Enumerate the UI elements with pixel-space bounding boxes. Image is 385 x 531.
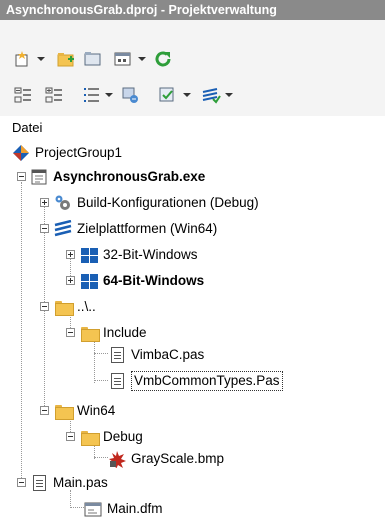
expander-platforms[interactable] (40, 224, 49, 233)
toolbar-row-2 (0, 80, 385, 110)
tree-node-debug[interactable]: Debug (80, 426, 143, 448)
new-item-dropdown-arrow[interactable] (36, 50, 46, 68)
tree-node-win32[interactable]: 32-Bit-Windows (80, 244, 198, 266)
platforms-label: Zielplattformen (Win64) (77, 221, 218, 236)
expander-parent-dir[interactable] (40, 302, 49, 311)
vimbac-label: VimbaC.pas (131, 347, 205, 362)
target-platforms-icon (54, 220, 72, 238)
collapse-icon[interactable] (12, 85, 34, 105)
expander-win64-dir[interactable] (40, 406, 49, 415)
main-pas-label: Main.pas (53, 475, 108, 490)
tree-node-vmbcommontypes[interactable]: VmbCommonTypes.Pas (108, 370, 283, 392)
refresh-icon[interactable] (152, 49, 174, 69)
tree-node-win64-platform[interactable]: 64-Bit-Windows (80, 270, 204, 292)
gears-icon (54, 194, 72, 212)
debug-label: Debug (103, 429, 143, 444)
tree-line-root (21, 182, 22, 486)
tree-node-projectgroup[interactable]: ProjectGroup1 (12, 142, 122, 164)
pascal-file-icon (108, 346, 126, 364)
tree-node-win64-dir[interactable]: Win64 (54, 400, 115, 422)
tree-node-include[interactable]: Include (80, 322, 147, 344)
tree-node-build-config[interactable]: Build-Konfigurationen (Debug) (54, 192, 259, 214)
tree-node-vimbac[interactable]: VimbaC.pas (108, 344, 204, 366)
tree-node-main-pas[interactable]: Main.pas (30, 472, 108, 494)
build-config-label: Build-Konfigurationen (Debug) (77, 195, 259, 210)
tree-node-grayscale[interactable]: GrayScale.bmp (108, 448, 224, 470)
win64-platform-label: 64-Bit-Windows (103, 273, 205, 288)
vmbcommontypes-label: VmbCommonTypes.Pas (131, 371, 283, 391)
tree-hline-maindfm (70, 507, 84, 508)
windows-icon (80, 272, 98, 290)
tree-node-main-dfm[interactable]: Main.dfm (84, 498, 163, 520)
tree-header-file: Datei (12, 120, 43, 135)
expand-icon[interactable] (43, 85, 65, 105)
folder-icon (54, 298, 74, 316)
build-icon[interactable] (120, 85, 142, 105)
win32-label: 32-Bit-Windows (103, 247, 198, 262)
expander-win32[interactable] (66, 250, 75, 259)
tree-node-parent-dir[interactable]: ..\.. (54, 296, 96, 318)
check-dropdown-arrow[interactable] (182, 86, 192, 104)
build-config-icon[interactable] (200, 85, 222, 105)
list-icon[interactable] (80, 85, 102, 105)
new-item-icon[interactable] (12, 49, 34, 69)
folder-icon (80, 324, 100, 342)
open-folder-icon[interactable] (82, 49, 104, 69)
view-options-dropdown-arrow[interactable] (137, 50, 147, 68)
folder-icon (54, 402, 74, 420)
view-options-icon[interactable] (112, 49, 134, 69)
expander-include[interactable] (66, 328, 75, 337)
projectgroup-label: ProjectGroup1 (35, 145, 123, 160)
expander-build-config[interactable] (40, 198, 49, 207)
parent-dir-label: ..\.. (77, 299, 96, 314)
tree-node-project[interactable]: AsynchronousGrab.exe (30, 166, 205, 188)
expander-main-pas[interactable] (17, 478, 26, 487)
expander-project[interactable] (17, 172, 26, 181)
project-label: AsynchronousGrab.exe (53, 169, 206, 184)
tree-hline-vmbcommon (94, 380, 108, 381)
toolbar-row-1 (0, 44, 385, 74)
pascal-file-icon (30, 474, 48, 492)
expander-win64-platform[interactable] (66, 276, 75, 285)
include-label: Include (103, 325, 147, 340)
tree-node-platforms[interactable]: Zielplattformen (Win64) (54, 218, 217, 240)
tree-hline-vimbac (94, 353, 108, 354)
project-tree: Datei ProjectGroup1 AsynchronousGrab.exe… (0, 116, 385, 531)
list-dropdown-arrow[interactable] (104, 86, 114, 104)
pascal-file-icon (108, 372, 126, 390)
project-group-icon (12, 144, 30, 162)
win64-dir-label: Win64 (77, 403, 116, 418)
windows-icon (80, 246, 98, 264)
folder-icon (80, 428, 100, 446)
main-dfm-label: Main.dfm (107, 501, 163, 516)
bitmap-file-icon (108, 450, 126, 468)
window-title: AsynchronousGrab.dproj - Projektverwaltu… (0, 0, 385, 20)
grayscale-label: GrayScale.bmp (131, 451, 225, 466)
tree-hline-grayscale (94, 457, 108, 458)
expander-debug[interactable] (66, 432, 75, 441)
build-config-dropdown-arrow[interactable] (224, 86, 234, 104)
check-icon[interactable] (157, 85, 179, 105)
form-file-icon (84, 500, 102, 518)
add-folder-icon[interactable] (55, 49, 77, 69)
exe-project-icon (30, 168, 48, 186)
